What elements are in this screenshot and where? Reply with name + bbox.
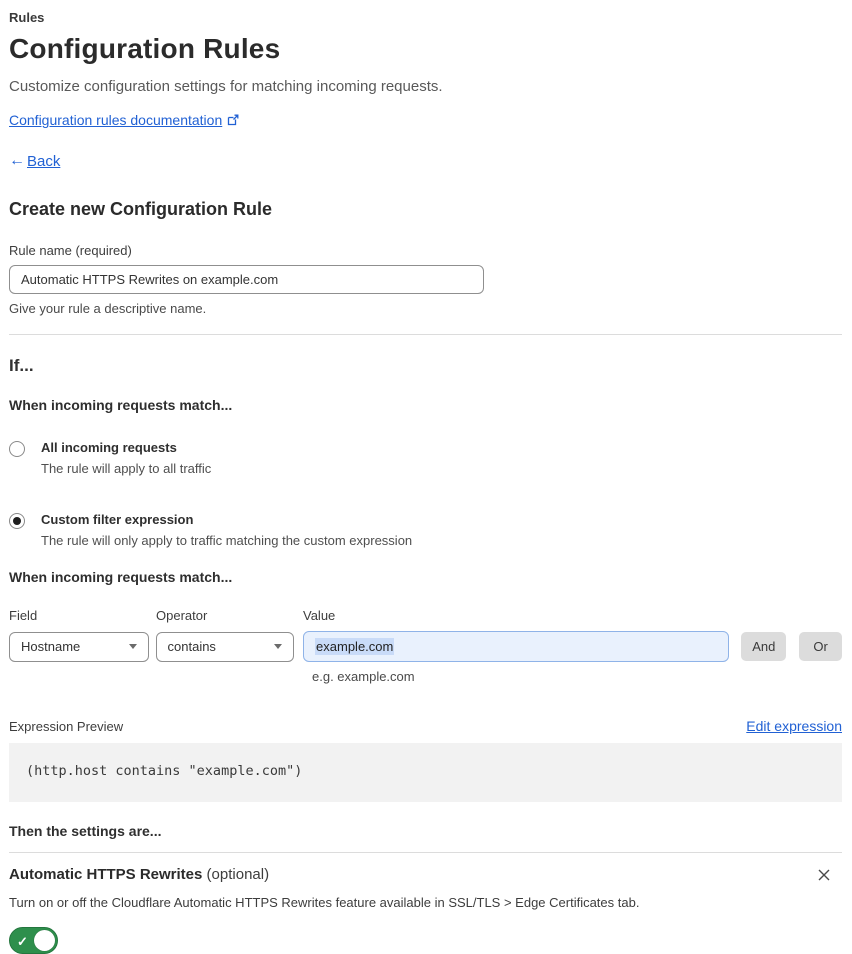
setting-header: Automatic HTTPS Rewrites (optional) [9, 866, 842, 884]
chevron-down-icon [128, 644, 137, 649]
filter-builder-labels: Field Operator Value [9, 608, 842, 623]
setting-title: Automatic HTTPS Rewrites (optional) [9, 866, 269, 883]
external-link-icon [227, 114, 239, 126]
operator-select[interactable]: contains [155, 631, 295, 662]
toggle-knob [34, 930, 55, 951]
if-heading: If... [9, 356, 34, 375]
value-help-text: e.g. example.com [312, 669, 415, 684]
back-row: ← Back [9, 152, 842, 170]
radio-description: The rule will only apply to traffic matc… [41, 533, 413, 548]
setting-description: Turn on or off the Cloudflare Automatic … [9, 895, 640, 910]
setting-divider [9, 852, 842, 853]
value-label: Value [303, 608, 336, 623]
field-select-value: Hostname [21, 639, 81, 654]
page-subtitle: Customize configuration settings for mat… [9, 78, 443, 95]
automatic-https-rewrites-toggle[interactable]: ✓ [9, 927, 58, 954]
setting-optional-tag: (optional) [206, 866, 270, 883]
match-heading: When incoming requests match... [9, 397, 233, 413]
back-link[interactable]: Back [27, 153, 60, 170]
close-icon[interactable] [816, 866, 834, 884]
and-button[interactable]: And [741, 632, 787, 661]
edit-expression-link[interactable]: Edit expression [746, 718, 842, 734]
expression-code: (http.host contains "example.com") [26, 763, 303, 779]
rule-name-help: Give your rule a descriptive name. [9, 301, 207, 316]
doc-link-row: Configuration rules documentation [9, 112, 842, 128]
value-input[interactable]: example.com [303, 631, 730, 662]
setting-name: Automatic HTTPS Rewrites [9, 866, 203, 883]
radio-button-icon[interactable] [9, 441, 25, 457]
back-arrow-icon: ← [9, 152, 25, 169]
filter-builder-heading: When incoming requests match... [9, 569, 233, 585]
request-match-radio-group: All incoming requests The rule will appl… [9, 440, 842, 548]
operator-label: Operator [156, 608, 208, 623]
filter-builder-row: Hostname contains example.com And Or [9, 631, 842, 662]
value-input-text: example.com [315, 638, 395, 655]
create-rule-heading: Create new Configuration Rule [9, 199, 273, 219]
expression-preview-row: Expression Preview Edit expression [9, 718, 842, 734]
field-label: Field [9, 608, 38, 623]
configuration-rules-page: Rules Configuration Rules Customize conf… [0, 0, 852, 954]
expression-preview-label: Expression Preview [9, 718, 124, 734]
documentation-link[interactable]: Configuration rules documentation [9, 112, 222, 128]
radio-label: Custom filter expression [41, 512, 194, 527]
rule-name-input[interactable] [9, 265, 484, 294]
radio-description: The rule will apply to all traffic [41, 461, 212, 476]
or-button[interactable]: Or [799, 632, 842, 661]
then-settings-heading: Then the settings are... [9, 823, 162, 839]
page-title: Configuration Rules [9, 33, 281, 64]
expression-code-block: (http.host contains "example.com") [9, 743, 842, 802]
chevron-down-icon [274, 644, 283, 649]
section-divider [9, 334, 842, 335]
breadcrumb: Rules [9, 10, 45, 25]
radio-custom-filter-expression[interactable]: Custom filter expression The rule will o… [9, 512, 842, 548]
check-icon: ✓ [17, 934, 28, 949]
radio-all-incoming-requests[interactable]: All incoming requests The rule will appl… [9, 440, 842, 476]
radio-label: All incoming requests [41, 440, 177, 455]
field-select[interactable]: Hostname [9, 631, 149, 662]
radio-button-icon[interactable] [9, 513, 25, 529]
rule-name-label: Rule name (required) [9, 243, 132, 258]
operator-select-value: contains [167, 639, 216, 654]
